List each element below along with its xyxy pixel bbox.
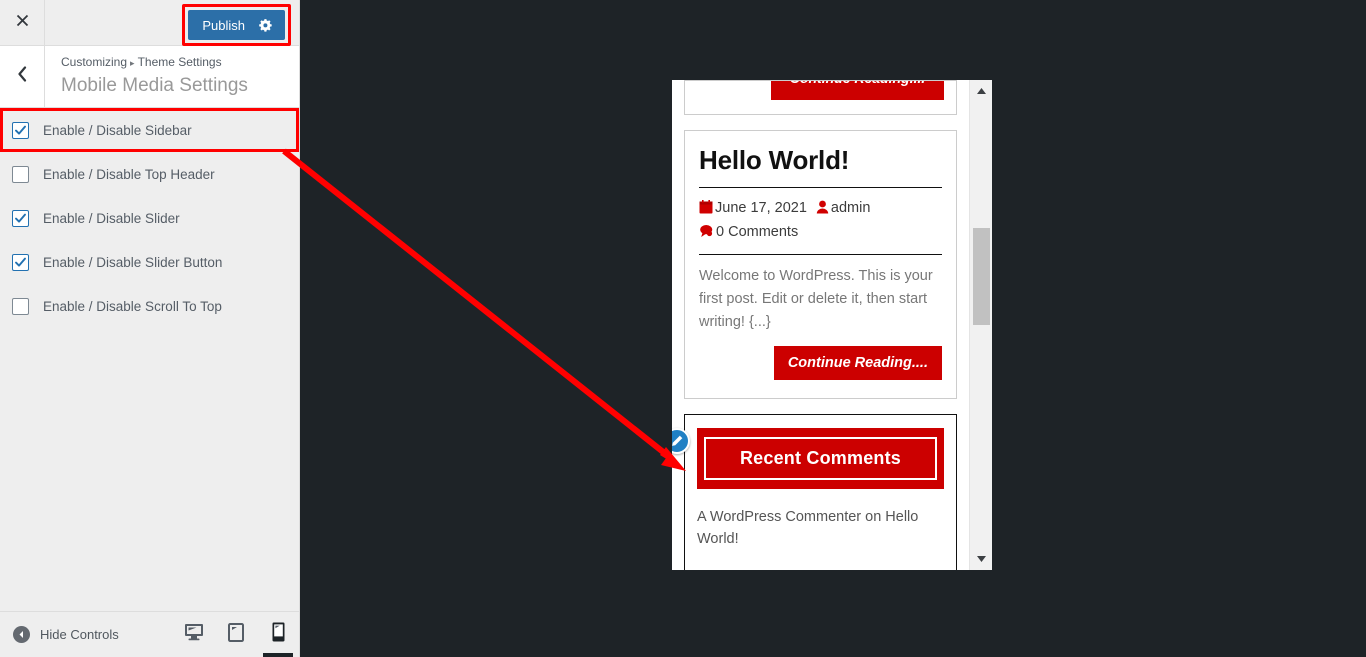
breadcrumb-root: Customizing bbox=[61, 55, 128, 69]
widget-comment-item[interactable]: A WordPress Commenter on Hello World! bbox=[697, 489, 944, 550]
breadcrumb: Customizing ▸ Theme Settings bbox=[61, 55, 248, 71]
publish-button[interactable]: Publish bbox=[188, 10, 285, 40]
panel-title-bar: Customizing ▸ Theme Settings Mobile Media … bbox=[0, 46, 299, 108]
customizer-footer: Hide Controls bbox=[0, 611, 299, 657]
page-title: Mobile Media Settings bbox=[61, 75, 248, 96]
preview-area: Continue Reading.... Hello World! June 1… bbox=[300, 0, 1366, 657]
widget-title: Recent Comments bbox=[704, 437, 937, 480]
device-preview-switcher bbox=[173, 612, 299, 657]
checkbox-enable-disable-slider-button[interactable] bbox=[12, 253, 29, 271]
control-enable-disable-scroll-to-top[interactable]: Enable / Disable Scroll To Top bbox=[0, 284, 299, 328]
continue-reading-button-partial[interactable]: Continue Reading.... bbox=[771, 81, 944, 100]
hide-controls-button[interactable]: Hide Controls bbox=[13, 626, 119, 643]
control-enable-disable-top-header[interactable]: Enable / Disable Top Header bbox=[0, 152, 299, 196]
scroll-up-arrow-icon[interactable] bbox=[970, 82, 992, 100]
control-enable-disable-slider-button[interactable]: Enable / Disable Slider Button bbox=[0, 240, 299, 284]
control-label: Enable / Disable Top Header bbox=[43, 166, 215, 182]
control-enable-disable-sidebar[interactable]: Enable / Disable Sidebar bbox=[0, 108, 299, 152]
post-meta: June 17, 2021 admin 0 Comments bbox=[699, 188, 942, 255]
publish-button-label: Publish bbox=[202, 17, 245, 33]
desktop-icon bbox=[184, 623, 204, 646]
device-preview-tablet-button[interactable] bbox=[215, 612, 257, 657]
preview-scrollbar[interactable] bbox=[969, 80, 992, 570]
customizer-sidebar: Publish Customizing ▸ Theme Settings Mob… bbox=[0, 0, 300, 657]
continue-reading-button[interactable]: Continue Reading.... bbox=[773, 346, 942, 380]
post-date-text: June 17, 2021 bbox=[715, 200, 807, 216]
collapse-left-icon bbox=[13, 626, 30, 643]
post-comments-text: 0 Comments bbox=[716, 224, 799, 240]
user-icon bbox=[816, 199, 829, 221]
partial-post-footer: Continue Reading.... bbox=[685, 81, 956, 114]
checkmark-icon bbox=[15, 125, 26, 135]
comment-icon bbox=[699, 223, 714, 245]
panel-titles: Customizing ▸ Theme Settings Mobile Media … bbox=[45, 46, 248, 107]
controls-list: Enable / Disable Sidebar Enable / Disabl… bbox=[0, 108, 299, 328]
checkbox-enable-disable-scroll-to-top[interactable] bbox=[12, 297, 29, 315]
checkbox-enable-disable-sidebar[interactable] bbox=[12, 121, 29, 139]
publish-highlight-annotation: Publish bbox=[182, 4, 291, 46]
control-label: Enable / Disable Scroll To Top bbox=[43, 298, 222, 314]
breadcrumb-parent: Theme Settings bbox=[137, 55, 222, 69]
scrollbar-thumb[interactable] bbox=[973, 228, 990, 325]
site-preview-content: Continue Reading.... Hello World! June 1… bbox=[672, 80, 969, 570]
widget-title-box: Recent Comments bbox=[697, 428, 944, 489]
customizer-header: Publish bbox=[0, 0, 299, 46]
checkmark-icon bbox=[15, 257, 26, 267]
panel-back-button[interactable] bbox=[0, 46, 45, 107]
close-x-icon bbox=[16, 14, 29, 31]
customizer-screen: Publish Customizing ▸ Theme Settings Mob… bbox=[0, 0, 1366, 657]
post-date: June 17, 2021 bbox=[699, 200, 807, 216]
pencil-edit-icon[interactable] bbox=[672, 428, 690, 454]
control-enable-disable-slider[interactable]: Enable / Disable Slider bbox=[0, 196, 299, 240]
hide-controls-label: Hide Controls bbox=[40, 627, 119, 642]
checkbox-enable-disable-top-header[interactable] bbox=[12, 165, 29, 183]
recent-comments-widget: Recent Comments A WordPress Commenter on… bbox=[672, 414, 957, 570]
device-preview-desktop-button[interactable] bbox=[173, 612, 215, 657]
chevron-left-icon bbox=[17, 66, 27, 87]
post-card: Hello World! June 17, 2021 admin 0 Comment… bbox=[684, 130, 957, 399]
gear-icon[interactable] bbox=[259, 18, 273, 32]
mobile-preview-frame: Continue Reading.... Hello World! June 1… bbox=[672, 80, 992, 570]
post-excerpt: Welcome to WordPress. This is your first… bbox=[699, 268, 933, 330]
device-preview-mobile-button[interactable] bbox=[257, 612, 299, 657]
post-button-row: Continue Reading.... bbox=[699, 334, 942, 380]
control-label: Enable / Disable Sidebar bbox=[43, 122, 192, 138]
calendar-icon bbox=[699, 199, 713, 221]
post-title[interactable]: Hello World! bbox=[699, 145, 942, 188]
mobile-icon bbox=[272, 622, 285, 647]
checkmark-icon bbox=[15, 213, 26, 223]
checkbox-enable-disable-slider[interactable] bbox=[12, 209, 29, 227]
close-customizer-button[interactable] bbox=[0, 0, 45, 45]
post-author: admin bbox=[816, 200, 871, 216]
scroll-down-arrow-icon[interactable] bbox=[970, 550, 992, 568]
previous-post-card-partial: Continue Reading.... bbox=[684, 80, 957, 115]
tablet-icon bbox=[228, 622, 244, 647]
control-label: Enable / Disable Slider bbox=[43, 210, 180, 226]
post-author-text: admin bbox=[830, 200, 871, 216]
control-label: Enable / Disable Slider Button bbox=[43, 254, 223, 270]
breadcrumb-separator-icon: ▸ bbox=[130, 58, 135, 68]
post-comments: 0 Comments bbox=[699, 224, 798, 240]
